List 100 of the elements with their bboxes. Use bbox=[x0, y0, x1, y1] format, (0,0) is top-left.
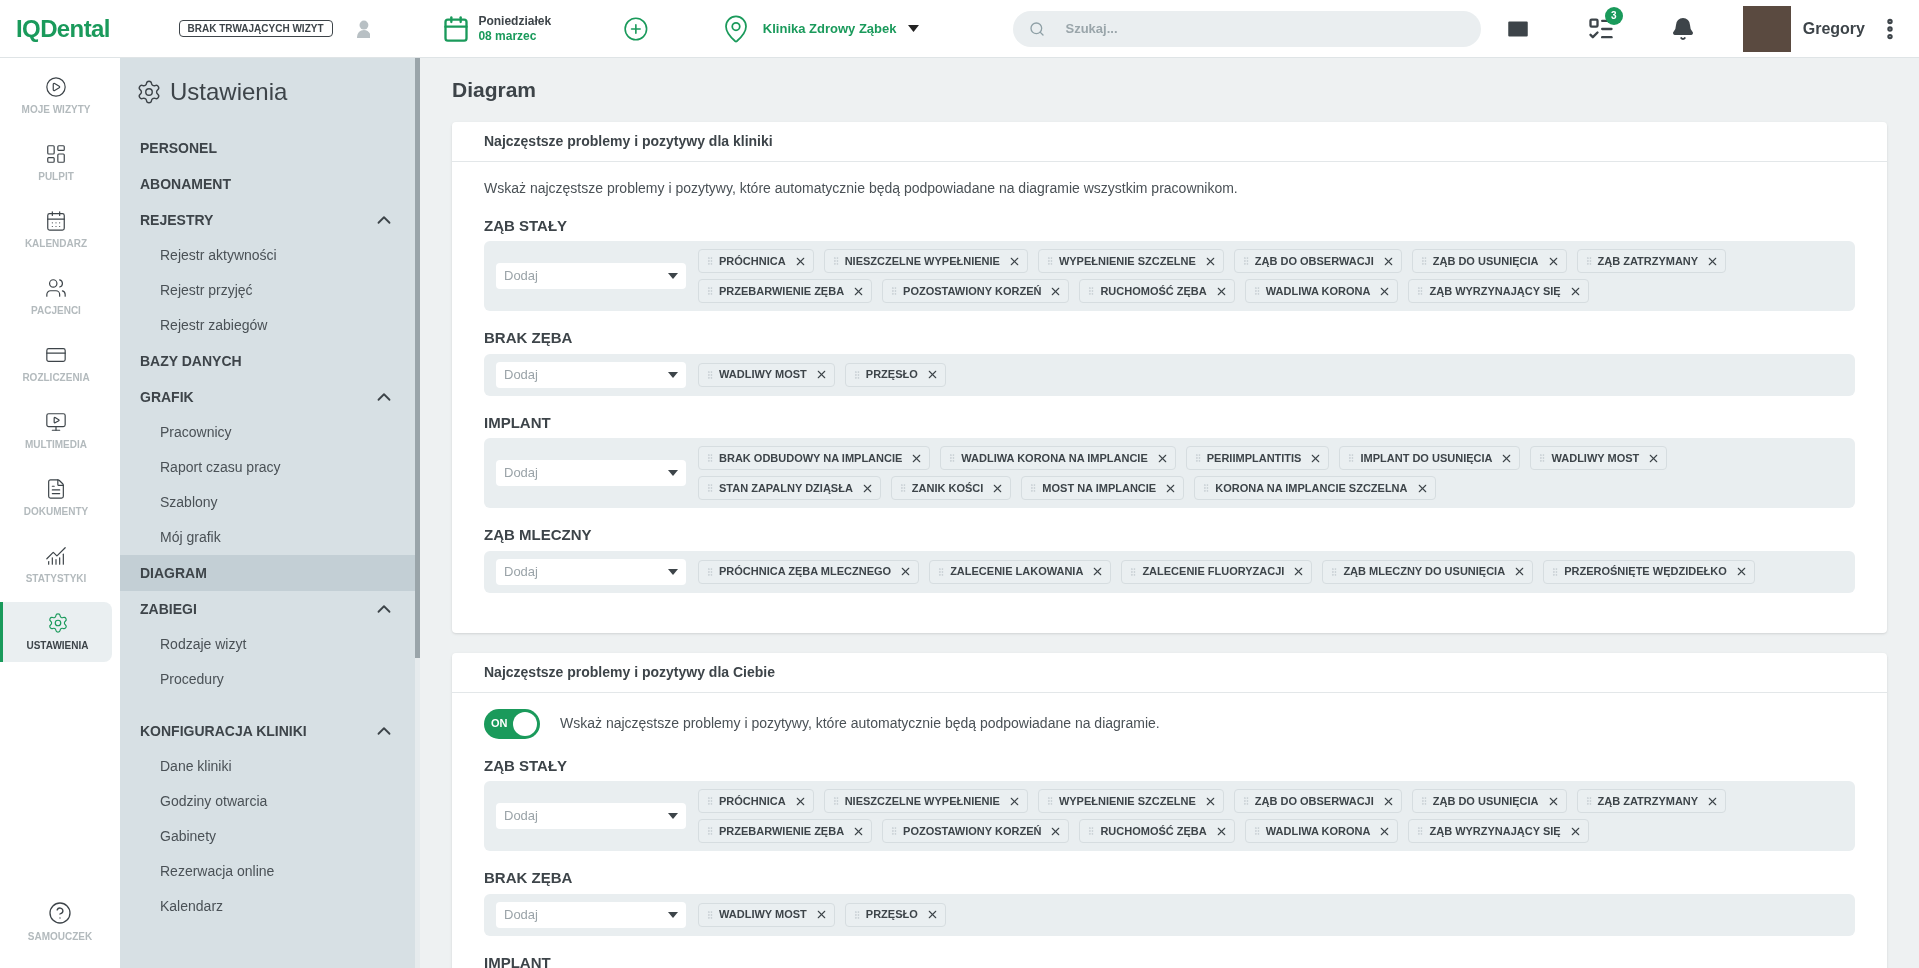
tag-label: PRZEBARWIENIE ZĘBA bbox=[719, 283, 845, 299]
sidebar-link[interactable]: Pracownicy bbox=[120, 415, 415, 450]
caret-icon bbox=[668, 813, 678, 819]
sidebar-section[interactable]: KONFIGURACJA KLINIKI bbox=[120, 713, 415, 749]
sidebar-link[interactable]: Kalendarz bbox=[120, 889, 415, 924]
dropdown-placeholder: Dodaj bbox=[504, 562, 538, 581]
sidebar-link[interactable]: Rodzaje wizyt bbox=[120, 627, 415, 662]
clinic-selector[interactable]: Klinika Zdrowy Ząbek bbox=[720, 13, 920, 44]
calendar-icon bbox=[45, 209, 67, 232]
drag-handle-icon[interactable] bbox=[705, 369, 715, 380]
group-label: IMPLANT bbox=[484, 412, 552, 433]
card-description: Wskaż najczęstsze problemy i pozytywy, które automatycznie będą podpowiadane na diagramie. bbox=[560, 714, 1160, 733]
toggle-switch[interactable]: ON bbox=[484, 708, 540, 739]
drag-handle-icon[interactable] bbox=[705, 796, 715, 806]
tag-label: RUCHOMOŚĆ ZĘBA bbox=[1100, 823, 1207, 839]
tag-label: PERIIMPLANTITIS bbox=[1206, 450, 1302, 466]
drag-handle-icon[interactable] bbox=[705, 826, 715, 836]
sidebar-section[interactable]: REJESTRY bbox=[120, 202, 415, 238]
group-label: IMPLANT bbox=[484, 952, 552, 968]
drag-handle-icon[interactable] bbox=[705, 483, 715, 493]
tag-label: WADLIWA KORONA bbox=[1265, 823, 1371, 839]
bell-icon[interactable] bbox=[1670, 16, 1695, 41]
tag-label: WADLIWA KORONA NA IMPLANCIE bbox=[961, 450, 1148, 466]
sidebar-link[interactable]: Rezerwacja online bbox=[120, 854, 415, 889]
user-icon bbox=[356, 19, 371, 38]
tag-label: ZANIK KOŚCI bbox=[911, 480, 984, 496]
tag-label: WADLIWA KORONA bbox=[1265, 283, 1371, 299]
caret-icon bbox=[668, 273, 678, 279]
dropdown-placeholder: Dodaj bbox=[504, 807, 538, 826]
sidebar-link[interactable]: Dane kliniki bbox=[120, 749, 415, 784]
sidebar-link[interactable]: Szablony bbox=[120, 485, 415, 520]
settings-icon bbox=[136, 79, 162, 105]
sidebar-section[interactable]: PERSONEL bbox=[120, 130, 415, 166]
sidebar-link[interactable]: Procedury bbox=[120, 662, 415, 697]
nav-item[interactable]: USTAWIENIA bbox=[0, 602, 112, 662]
tag-label: WYPEŁNIENIE SZCZELNE bbox=[1058, 253, 1196, 269]
sidebar-link[interactable]: Godziny otwarcia bbox=[120, 784, 415, 819]
visit-status-badge: BRAK TRWAJĄCYCH WIZYT bbox=[178, 20, 333, 37]
drag-handle-icon[interactable] bbox=[705, 566, 715, 577]
sidebar-section[interactable]: DIAGRAM bbox=[120, 555, 415, 591]
tag-label: ZĄB DO OBSERWACJI bbox=[1254, 253, 1374, 269]
dropdown-placeholder: Dodaj bbox=[504, 267, 538, 286]
tag-label: PRZEBARWIENIE ZĘBA bbox=[719, 823, 845, 839]
caret-icon bbox=[668, 470, 678, 476]
weekday-text: Poniedziałek bbox=[478, 13, 552, 29]
tag-label: PRÓCHNICA bbox=[719, 793, 786, 809]
tag-label: ZĄB ZATRZYMANY bbox=[1597, 253, 1699, 269]
dropdown-placeholder: Dodaj bbox=[504, 905, 538, 924]
tag-label: KORONA NA IMPLANCIE SZCZELNA bbox=[1215, 480, 1408, 496]
sidebar-section[interactable]: BAZY DANYCH bbox=[120, 343, 415, 379]
tag-label: PRÓCHNICA bbox=[719, 253, 786, 269]
dashboard-icon bbox=[45, 142, 67, 165]
add-icon[interactable] bbox=[623, 15, 649, 42]
card-description: Wskaż najczęstsze problemy i pozytywy, które automatycznie będą podpowiadane na diagramie wszystkim pracownikom. bbox=[484, 178, 1238, 198]
tag-label: STAN ZAPALNY DZIĄSŁA bbox=[719, 480, 853, 496]
app-logo[interactable]: IQDental bbox=[16, 10, 155, 47]
page-title: Diagram bbox=[452, 77, 538, 103]
tag-label: POZOSTAWIONY KORZEŃ bbox=[903, 823, 1042, 839]
tag-label: ZALECENIE LAKOWANIA bbox=[950, 564, 1084, 580]
sidebar-link[interactable]: Rejestr przyjęć bbox=[120, 273, 415, 308]
tag-label: ZĄB ZATRZYMANY bbox=[1597, 793, 1699, 809]
search-field[interactable]: Szukaj... bbox=[1013, 10, 1481, 47]
document-icon bbox=[45, 477, 67, 500]
tag-label: PRZEROŚNIĘTE WĘDZIDEŁKO bbox=[1564, 564, 1727, 580]
search-icon bbox=[1029, 20, 1046, 37]
tag-label: ZĄB DO OBSERWACJI bbox=[1254, 793, 1374, 809]
caret-icon bbox=[668, 911, 678, 918]
dropdown-placeholder: Dodaj bbox=[504, 464, 538, 483]
sidebar-link[interactable]: Mój grafik bbox=[120, 520, 415, 555]
sidebar-link[interactable]: Rejestr aktywności bbox=[120, 238, 415, 273]
group-label: BRAK ZĘBA bbox=[484, 328, 574, 348]
sidebar-section[interactable]: GRAFIK bbox=[120, 379, 415, 415]
drag-handle-icon[interactable] bbox=[705, 256, 715, 266]
sidebar-section[interactable]: ABONAMENT bbox=[120, 166, 415, 202]
group-label: ZĄB MLECZNY bbox=[484, 525, 593, 545]
tag-label: ZĄB DO USUNIĘCIA bbox=[1432, 793, 1539, 809]
tag-label: ZALECENIE FLUORYZACJI bbox=[1142, 564, 1285, 580]
group-label: BRAK ZĘBA bbox=[484, 868, 574, 888]
avatar-placeholder[interactable] bbox=[1742, 5, 1791, 52]
sidebar-link[interactable]: Raport czasu pracy bbox=[120, 450, 415, 485]
notification-badge: 3 bbox=[1604, 6, 1623, 25]
drag-handle-icon[interactable] bbox=[705, 286, 715, 296]
group-label: ZĄB STAŁY bbox=[484, 215, 569, 236]
media-icon bbox=[45, 410, 67, 433]
tag-label: WYPEŁNIENIE SZCZELNE bbox=[1058, 793, 1196, 809]
card-title: Najczęstsze problemy i pozytywy dla kliniki bbox=[452, 121, 1887, 162]
chart-icon bbox=[45, 544, 67, 567]
drag-handle-icon[interactable] bbox=[705, 909, 715, 920]
sidebar-link[interactable]: Rejestr zabiegów bbox=[120, 308, 415, 343]
users-icon bbox=[45, 276, 67, 299]
tag-label: ZĄB WYRZYNAJĄCY SIĘ bbox=[1429, 283, 1561, 299]
calendar-icon[interactable] bbox=[442, 14, 471, 43]
tag-label: PRZĘSŁO bbox=[865, 907, 918, 923]
tag-label: PRÓCHNICA ZĘBA MLECZNEGO bbox=[719, 564, 892, 580]
sidebar-section[interactable]: ZABIEGI bbox=[120, 591, 415, 627]
tag-label: POZOSTAWIONY KORZEŃ bbox=[903, 283, 1042, 299]
settings-icon bbox=[46, 611, 69, 634]
drag-handle-icon[interactable] bbox=[705, 453, 715, 463]
tag-label: WADLIWY MOST bbox=[719, 367, 807, 383]
sidebar-link[interactable]: Gabinety bbox=[120, 819, 415, 854]
